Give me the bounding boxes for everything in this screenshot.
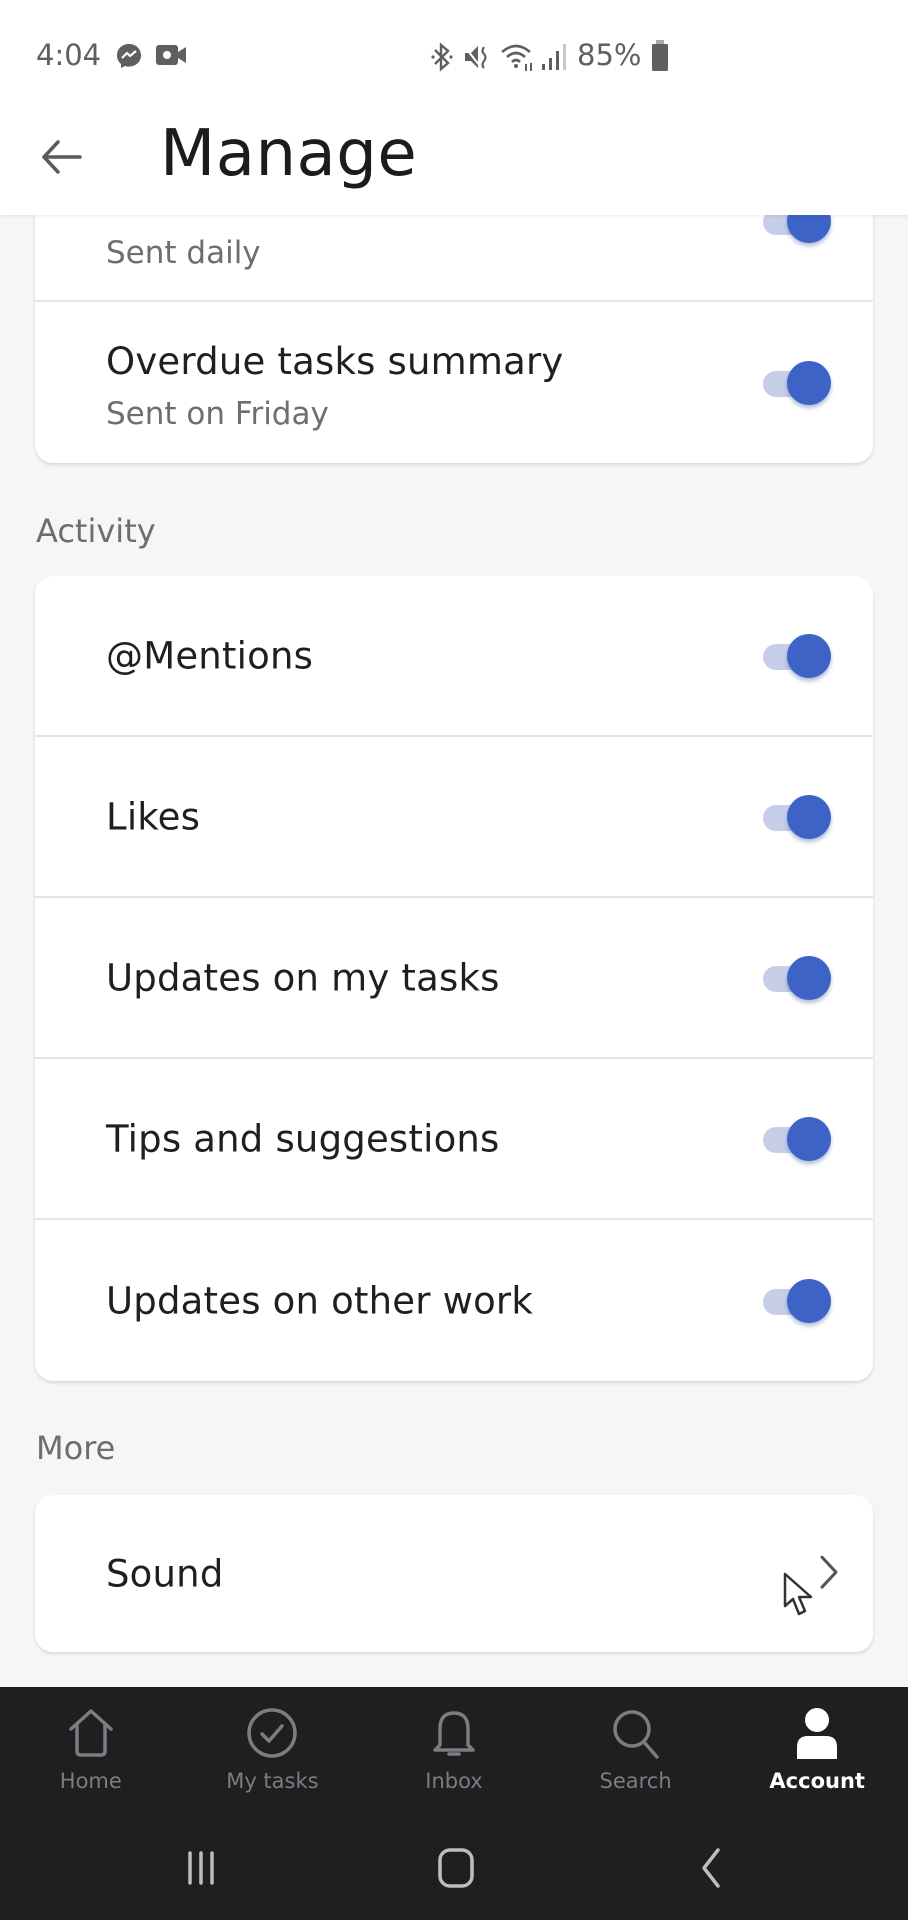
nav-item-account[interactable]: Account (726, 1687, 908, 1815)
bell-icon (433, 1711, 475, 1756)
nav-item-search[interactable]: Search (545, 1687, 727, 1815)
nav-item-my-tasks[interactable]: My tasks (182, 1687, 364, 1815)
section-label-more: More (36, 1429, 116, 1467)
settings-row-updates-other-work[interactable]: Updates on other work (35, 1220, 873, 1381)
row-title: Likes (106, 795, 201, 838)
battery-percent: 85% (577, 38, 642, 72)
settings-row-overdue-summary[interactable]: Overdue tasks summary Sent on Friday (35, 302, 873, 463)
nav-label: Search (599, 1769, 672, 1793)
toggle-switch[interactable] (761, 1277, 831, 1325)
row-subtitle: Sent on Friday (106, 396, 329, 432)
nav-label: Home (59, 1769, 122, 1793)
row-title: Updates on other work (106, 1279, 533, 1322)
app-header: Manage (0, 105, 908, 215)
activity-settings-card: @Mentions Likes Updates on my tasks Tips… (35, 576, 873, 1381)
nav-label: Inbox (425, 1769, 483, 1793)
toggle-switch[interactable] (761, 632, 831, 680)
bottom-navigation: Home My tasks Inbox Search Account (0, 1687, 908, 1815)
settings-scroll-area[interactable]: Sent daily Overdue tasks summary Sent on… (0, 0, 908, 1687)
toggle-thumb (787, 633, 831, 678)
row-title: Overdue tasks summary (106, 340, 564, 383)
toggle-switch[interactable] (761, 954, 831, 1002)
nav-label: Account (769, 1769, 865, 1793)
search-icon (612, 1710, 659, 1759)
nav-item-home[interactable]: Home (0, 1687, 182, 1815)
mute-icon (463, 45, 487, 69)
settings-row-mentions[interactable]: @Mentions (35, 576, 873, 737)
nav-item-inbox[interactable]: Inbox (363, 1687, 545, 1815)
video-call-icon (156, 45, 186, 65)
home-button-icon[interactable] (431, 1845, 481, 1891)
back-icon[interactable] (686, 1845, 736, 1891)
signal-icon (542, 44, 566, 70)
more-settings-card: Sound (35, 1495, 873, 1652)
toggle-thumb (787, 794, 831, 839)
toggle-switch[interactable] (761, 359, 831, 407)
system-navigation-bar (0, 1815, 908, 1920)
row-subtitle: Sent daily (106, 235, 261, 271)
arrow-left-icon[interactable] (36, 131, 88, 183)
toggle-thumb (787, 360, 831, 405)
row-title: Sound (106, 1552, 224, 1595)
settings-row-sound[interactable]: Sound (35, 1495, 873, 1652)
recents-icon[interactable] (176, 1845, 226, 1891)
toggle-switch[interactable] (761, 793, 831, 841)
chevron-right-icon (820, 1555, 838, 1589)
toggle-thumb (787, 955, 831, 1000)
toggle-thumb (787, 1278, 831, 1323)
row-title: Tips and suggestions (106, 1117, 500, 1160)
nav-label: My tasks (226, 1769, 319, 1793)
section-label-activity: Activity (36, 512, 156, 550)
toggle-switch[interactable] (761, 1115, 831, 1163)
toggle-thumb (787, 1116, 831, 1161)
row-title: Updates on my tasks (106, 956, 500, 999)
bluetooth-icon (431, 42, 453, 72)
settings-row-tips[interactable]: Tips and suggestions (35, 1059, 873, 1220)
page-title: Manage (160, 117, 418, 191)
messenger-icon (117, 44, 141, 68)
home-icon (69, 1709, 113, 1757)
wifi-icon (501, 44, 532, 71)
battery-icon (652, 40, 668, 71)
status-time: 4:04 (36, 38, 102, 72)
settings-row-likes[interactable]: Likes (35, 737, 873, 898)
settings-row-updates-my-tasks[interactable]: Updates on my tasks (35, 898, 873, 1059)
status-bar: 4:04 85% (0, 0, 908, 105)
check-circle-icon (247, 1708, 298, 1758)
person-icon (797, 1708, 838, 1759)
row-title: @Mentions (106, 634, 314, 677)
